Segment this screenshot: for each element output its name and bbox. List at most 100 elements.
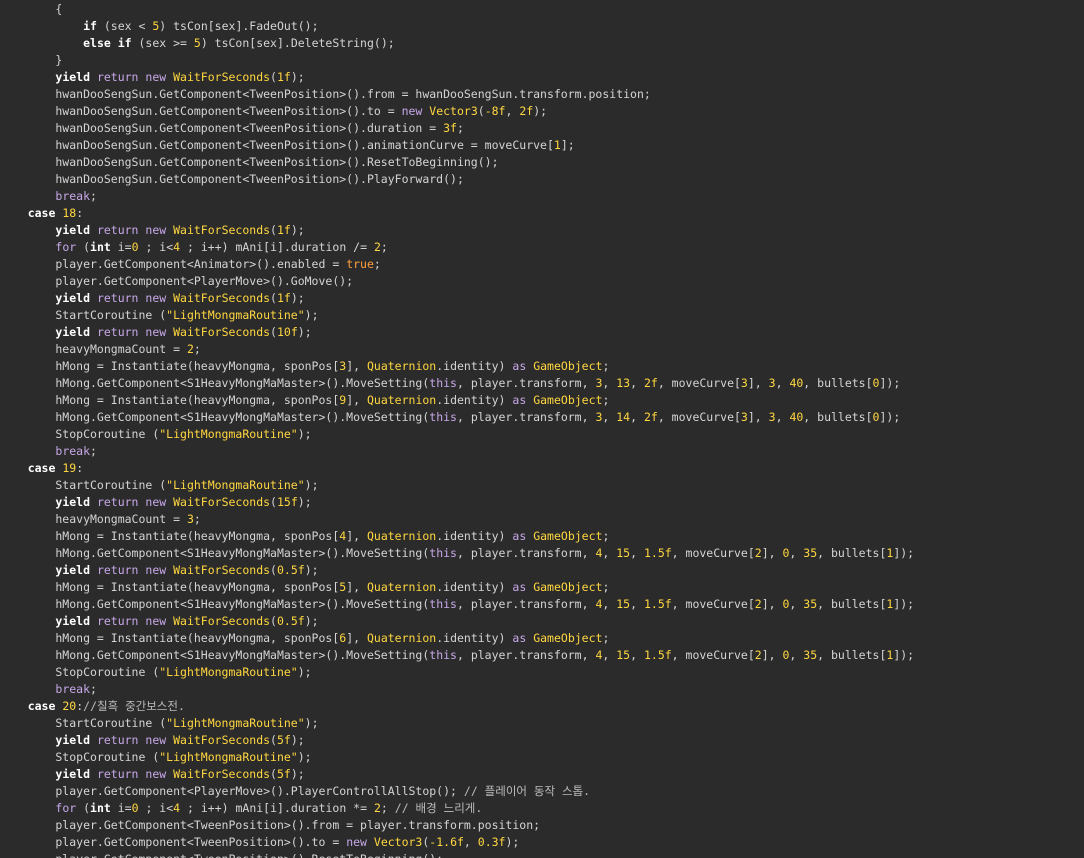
code-line[interactable]: StopCoroutine ("LightMongmaRoutine"); <box>0 664 1084 681</box>
code-line[interactable]: player.GetComponent<PlayerMove>().GoMove… <box>0 273 1084 290</box>
code-line[interactable]: hMong = Instantiate(heavyMongma, sponPos… <box>0 630 1084 647</box>
code-token: 1.5f <box>643 648 672 662</box>
code-token: "LightMongmaRoutine" <box>166 716 305 730</box>
code-line[interactable]: player.GetComponent<PlayerMove>().Player… <box>0 783 1084 800</box>
code-line[interactable]: hMong.GetComponent<S1HeavyMongMaMaster>(… <box>0 647 1084 664</box>
code-token: , moveCurve[ <box>671 597 755 611</box>
code-token: return new <box>90 733 174 747</box>
code-line[interactable]: yield return new WaitForSeconds(1f); <box>0 222 1084 239</box>
code-line[interactable]: hMong.GetComponent<S1HeavyMongMaMaster>(… <box>0 375 1084 392</box>
code-token: ; <box>90 189 97 203</box>
code-line[interactable]: yield return new WaitForSeconds(5f); <box>0 732 1084 749</box>
code-line[interactable]: yield return new WaitForSeconds(0.5f); <box>0 562 1084 579</box>
code-token: ; i++) mAni[i].duration *= <box>180 801 374 815</box>
code-line[interactable]: StartCoroutine ("LightMongmaRoutine"); <box>0 715 1084 732</box>
code-token: .identity) <box>436 359 513 373</box>
code-token: this <box>429 648 457 662</box>
code-line[interactable]: { <box>0 1 1084 18</box>
code-line[interactable]: heavyMongmaCount = 2; <box>0 341 1084 358</box>
code-token: return new <box>90 495 174 509</box>
code-token: // 배경 느리게. <box>394 801 483 815</box>
code-line[interactable]: if (sex < 5) tsCon[sex].FadeOut(); <box>0 18 1084 35</box>
code-token: , player.transform, <box>456 648 596 662</box>
code-editor[interactable]: { if (sex < 5) tsCon[sex].FadeOut(); els… <box>0 0 1084 858</box>
code-token: ); <box>290 767 305 781</box>
code-line[interactable]: hwanDooSengSun.GetComponent<TweenPositio… <box>0 171 1084 188</box>
code-line[interactable]: yield return new WaitForSeconds(10f); <box>0 324 1084 341</box>
code-token: hMong.GetComponent<S1HeavyMongMaMaster>(… <box>0 648 430 662</box>
code-token: 3 <box>768 376 776 390</box>
code-line[interactable]: hMong = Instantiate(heavyMongma, sponPos… <box>0 358 1084 375</box>
code-line[interactable]: hwanDooSengSun.GetComponent<TweenPositio… <box>0 103 1084 120</box>
code-token: ( <box>270 733 277 747</box>
code-token: , player.transform, <box>456 546 596 560</box>
code-token: player.GetComponent<TweenPosition>().Res… <box>0 852 443 858</box>
code-line[interactable]: case 18: <box>0 205 1084 222</box>
code-line[interactable]: player.GetComponent<TweenPosition>().Res… <box>0 851 1084 858</box>
code-token: return new <box>90 767 174 781</box>
code-token: "LightMongmaRoutine" <box>166 478 305 492</box>
code-token: hwanDooSengSun.GetComponent<TweenPositio… <box>0 155 499 169</box>
code-line[interactable]: for (int i=0 ; i<4 ; i++) mAni[i].durati… <box>0 239 1084 256</box>
code-token: StopCoroutine ( <box>0 665 160 679</box>
code-line[interactable]: for (int i=0 ; i<4 ; i++) mAni[i].durati… <box>0 800 1084 817</box>
code-line[interactable]: hwanDooSengSun.GetComponent<TweenPositio… <box>0 86 1084 103</box>
code-line[interactable]: case 19: <box>0 460 1084 477</box>
code-line[interactable]: hMong.GetComponent<S1HeavyMongMaMaster>(… <box>0 596 1084 613</box>
code-line[interactable]: player.GetComponent<TweenPosition>().to … <box>0 834 1084 851</box>
code-token: ); <box>297 665 312 679</box>
code-token: i= <box>110 240 132 254</box>
code-line[interactable]: heavyMongmaCount = 3; <box>0 511 1084 528</box>
code-line[interactable]: hMong = Instantiate(heavyMongma, sponPos… <box>0 392 1084 409</box>
code-token: hMong = Instantiate(heavyMongma, sponPos… <box>0 393 340 407</box>
code-token: case <box>27 461 56 475</box>
code-token: 1 <box>553 138 561 152</box>
code-line[interactable]: StopCoroutine ("LightMongmaRoutine"); <box>0 749 1084 766</box>
code-token: , <box>775 410 790 424</box>
code-line[interactable]: StartCoroutine ("LightMongmaRoutine"); <box>0 477 1084 494</box>
code-line[interactable]: } <box>0 52 1084 69</box>
code-line[interactable]: case 20://칠흑 중간보스전. <box>0 698 1084 715</box>
code-line[interactable]: StopCoroutine ("LightMongmaRoutine"); <box>0 426 1084 443</box>
code-token: StopCoroutine ( <box>0 750 160 764</box>
code-line[interactable]: hMong = Instantiate(heavyMongma, sponPos… <box>0 528 1084 545</box>
code-line[interactable]: yield return new WaitForSeconds(15f); <box>0 494 1084 511</box>
code-line[interactable]: break; <box>0 443 1084 460</box>
code-token: ; <box>193 342 201 356</box>
code-line[interactable]: hMong.GetComponent<S1HeavyMongMaMaster>(… <box>0 545 1084 562</box>
code-token: // 플레이어 동작 스톱. <box>463 784 591 798</box>
code-token: "LightMongmaRoutine" <box>159 665 298 679</box>
code-line[interactable]: yield return new WaitForSeconds(5f); <box>0 766 1084 783</box>
code-token: 2 <box>754 648 762 662</box>
code-line[interactable]: hwanDooSengSun.GetComponent<TweenPositio… <box>0 120 1084 137</box>
code-token: ], <box>346 393 367 407</box>
code-token: , bullets[ <box>803 376 873 390</box>
code-token: hwanDooSengSun.GetComponent<TweenPositio… <box>0 87 651 101</box>
code-line[interactable]: yield return new WaitForSeconds(1f); <box>0 69 1084 86</box>
code-line[interactable]: hwanDooSengSun.GetComponent<TweenPositio… <box>0 137 1084 154</box>
code-token: Quaternion <box>366 359 437 373</box>
code-token: : <box>76 461 84 475</box>
code-line[interactable]: StartCoroutine ("LightMongmaRoutine"); <box>0 307 1084 324</box>
code-line[interactable]: hMong = Instantiate(heavyMongma, sponPos… <box>0 579 1084 596</box>
code-token: 0 <box>131 240 139 254</box>
code-line[interactable]: yield return new WaitForSeconds(0.5f); <box>0 613 1084 630</box>
code-line[interactable]: yield return new WaitForSeconds(1f); <box>0 290 1084 307</box>
code-token: ], <box>346 580 367 594</box>
code-token: ); <box>290 291 305 305</box>
code-line[interactable]: hwanDooSengSun.GetComponent<TweenPositio… <box>0 154 1084 171</box>
code-line[interactable]: hMong.GetComponent<S1HeavyMongMaMaster>(… <box>0 409 1084 426</box>
code-line[interactable]: break; <box>0 188 1084 205</box>
code-line[interactable]: else if (sex >= 5) tsCon[sex].DeleteStri… <box>0 35 1084 52</box>
code-token: { <box>0 2 63 16</box>
code-token: , player.transform, <box>456 597 596 611</box>
code-line[interactable]: break; <box>0 681 1084 698</box>
code-token: else if <box>83 36 132 50</box>
code-token: hMong = Instantiate(heavyMongma, sponPos… <box>0 529 340 543</box>
code-line[interactable]: player.GetComponent<Animator>().enabled … <box>0 256 1084 273</box>
code-line[interactable]: player.GetComponent<TweenPosition>().fro… <box>0 817 1084 834</box>
